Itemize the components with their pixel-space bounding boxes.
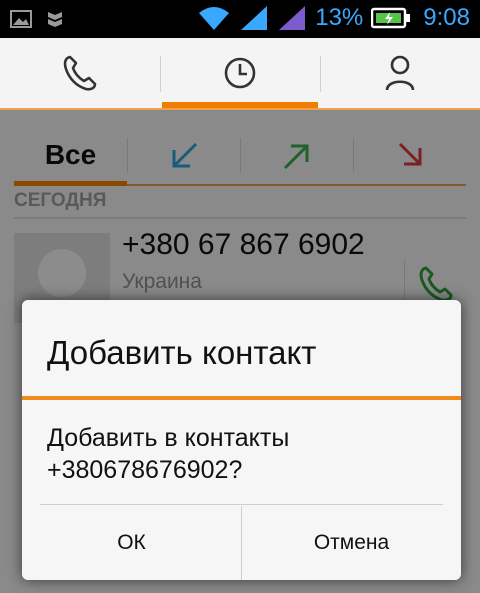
signal-icon	[241, 6, 268, 30]
battery-percent: 13%	[315, 4, 364, 31]
clock-time: 9:08	[423, 4, 470, 31]
cancel-button[interactable]: Отмена	[241, 506, 461, 580]
battery-charging-icon	[371, 7, 411, 29]
tab-contacts[interactable]	[320, 38, 480, 108]
wifi-icon	[199, 7, 230, 30]
ok-button[interactable]: ОК	[22, 506, 241, 580]
clock-icon	[224, 57, 256, 89]
status-bar: 13% 9:08	[0, 0, 480, 38]
top-tab-bar	[0, 38, 480, 110]
tab-dialer[interactable]	[0, 38, 160, 108]
shield-icon	[48, 12, 62, 27]
signal-icon	[279, 6, 306, 30]
image-icon	[10, 10, 32, 28]
dialog-message: Добавить в контакты +380678676902?	[47, 424, 290, 484]
tab-call-log[interactable]	[160, 38, 320, 108]
phone-icon	[63, 55, 97, 91]
dialog-buttons: ОК Отмена	[22, 506, 461, 580]
dialog-button-divider	[40, 504, 443, 505]
add-contact-dialog: Добавить контакт Добавить в контакты +38…	[22, 300, 461, 580]
dialog-title: Добавить контакт	[47, 334, 317, 371]
person-icon	[385, 55, 415, 91]
dialog-title-divider	[22, 396, 461, 400]
